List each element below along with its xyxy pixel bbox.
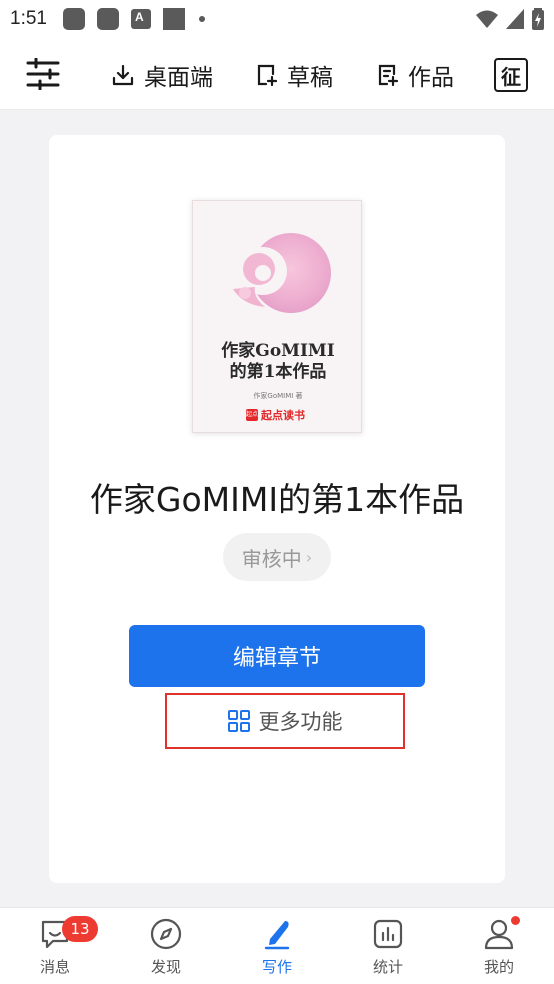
edit-chapter-button[interactable]: 编辑章节 xyxy=(129,625,425,687)
tab-write[interactable]: 写作 xyxy=(237,918,317,977)
tab-label: 发现 xyxy=(150,958,181,976)
cover-title: 作家GoMIMI 的第1本作品 xyxy=(221,341,335,382)
top-nav: 桌面端 草稿 作品 征 xyxy=(0,38,554,110)
bottom-tab-bar: 消息 13 发现 写作 统计 我的 xyxy=(0,907,554,984)
book-cover[interactable]: 作家GoMIMI 的第1本作品 作家GoMIMI 著 起点 起点读书 xyxy=(192,200,362,433)
qidian-logo-icon: 起点 xyxy=(246,409,258,421)
edit-chapter-label: 编辑章节 xyxy=(232,646,321,671)
wifi-icon xyxy=(476,10,498,28)
works-label: 作品 xyxy=(408,65,454,91)
cover-brand-logo: 起点 起点读书 xyxy=(246,409,305,422)
notification-icon xyxy=(162,8,185,30)
draft-label: 草稿 xyxy=(287,65,333,91)
tab-statistics[interactable]: 统计 xyxy=(348,918,428,977)
notification-icon xyxy=(130,9,151,29)
more-functions-button[interactable]: 更多功能 xyxy=(165,693,405,749)
tab-label: 消息 xyxy=(39,958,70,976)
review-status-label: 审核中 xyxy=(241,546,302,571)
notification-icon xyxy=(96,8,119,30)
status-time: 1:51 xyxy=(10,8,47,29)
tab-profile[interactable]: 我的 xyxy=(459,916,539,977)
draft-add-icon xyxy=(257,64,277,86)
review-status-badge[interactable]: 审核中 › xyxy=(223,533,331,581)
status-bar: 1:51 xyxy=(0,0,554,38)
person-icon xyxy=(484,919,514,950)
signal-icon xyxy=(506,9,524,29)
chart-icon xyxy=(373,919,403,949)
book-card: 作家GoMIMI 的第1本作品 作家GoMIMI 著 起点 起点读书 作家GoM… xyxy=(49,135,505,883)
contest-label: 征 xyxy=(501,64,521,89)
tab-discover[interactable]: 发现 xyxy=(126,918,206,977)
works-button[interactable]: 作品 xyxy=(378,58,454,92)
tab-label: 写作 xyxy=(261,958,292,976)
battery-icon xyxy=(532,8,544,30)
cover-author: 作家GoMIMI 著 xyxy=(253,392,303,400)
notification-dot xyxy=(511,916,520,925)
document-add-icon xyxy=(378,64,398,86)
grid-icon xyxy=(227,710,250,732)
notification-icon xyxy=(62,8,85,30)
chevron-right-icon: › xyxy=(305,547,313,567)
more-notifications-icon xyxy=(198,16,205,22)
desktop-button[interactable]: 桌面端 xyxy=(112,58,213,92)
tab-messages[interactable]: 消息 13 xyxy=(15,916,98,977)
more-functions-label: 更多功能 xyxy=(258,710,343,734)
draft-button[interactable]: 草稿 xyxy=(257,58,333,92)
unread-count-badge: 13 xyxy=(62,916,98,942)
compass-icon xyxy=(150,918,182,950)
tab-label: 统计 xyxy=(372,958,403,976)
download-icon xyxy=(112,64,134,86)
contest-button[interactable]: 征 xyxy=(494,58,528,92)
pen-icon xyxy=(264,921,290,950)
desktop-label: 桌面端 xyxy=(144,65,213,91)
filter-settings-icon[interactable] xyxy=(26,58,60,90)
tab-label: 我的 xyxy=(483,958,514,976)
book-title: 作家GoMIMI的第1本作品 xyxy=(89,480,465,519)
